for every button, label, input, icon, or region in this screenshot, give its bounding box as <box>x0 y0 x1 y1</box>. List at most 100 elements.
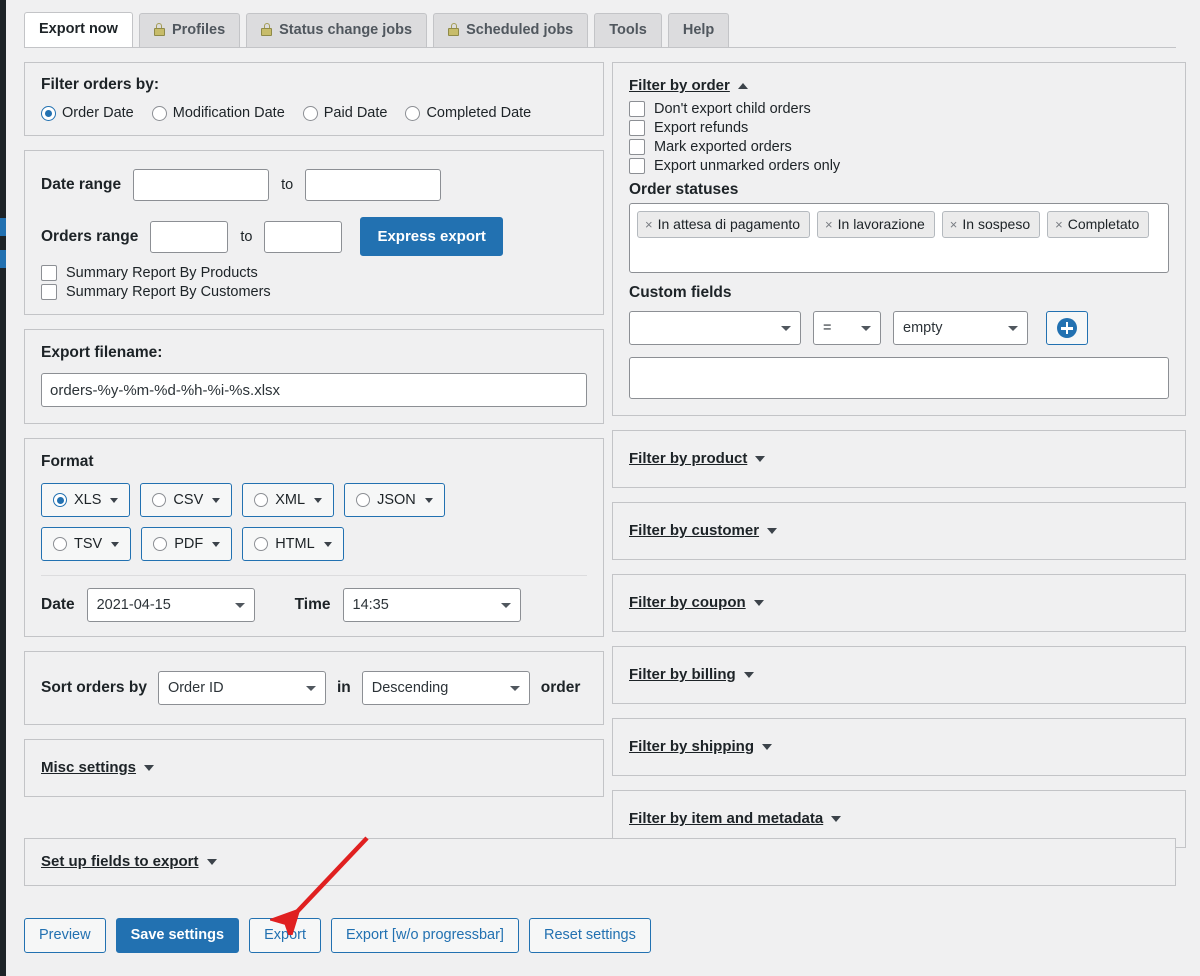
order-status-tag[interactable]: × In sospeso <box>941 211 1041 238</box>
sort-field-select[interactable]: Order ID <box>157 671 326 705</box>
checkbox-mark-exported-orders[interactable]: Mark exported orders <box>629 139 1169 155</box>
remove-icon[interactable]: × <box>825 217 833 232</box>
checkbox-export-refunds[interactable]: Export refunds <box>629 120 1169 136</box>
chevron-down-icon[interactable] <box>314 497 323 503</box>
filter-by-billing-panel[interactable]: Filter by billing <box>612 646 1186 704</box>
radio-indicator <box>53 537 67 551</box>
preview-button[interactable]: Preview <box>24 918 106 953</box>
date-range-to-input[interactable] <box>305 169 442 201</box>
custom-field-operator-select[interactable]: = <box>813 311 881 345</box>
format-option-pdf[interactable]: PDF <box>141 527 233 561</box>
time-label: Time <box>294 596 331 613</box>
orders-range-to-input[interactable] <box>264 220 343 253</box>
tab-label: Scheduled jobs <box>466 21 574 38</box>
radio-indicator <box>254 537 269 551</box>
save-settings-button[interactable]: Save settings <box>115 918 240 953</box>
date-range-from-input[interactable] <box>133 169 270 201</box>
format-option-xml[interactable]: XML <box>242 483 335 517</box>
tab-status-change-jobs[interactable]: Status change jobs <box>246 12 428 48</box>
filter-by-item-and-metadata-toggle[interactable]: Filter by item and metadata <box>629 810 842 827</box>
radio-paid-date[interactable]: Paid Date <box>302 105 387 121</box>
chevron-down-icon <box>1008 326 1018 331</box>
format-option-json[interactable]: JSON <box>344 483 445 517</box>
radio-modification-date[interactable]: Modification Date <box>151 105 285 121</box>
filter-orders-by-radio-group: Order Date Modification Date Paid Date C… <box>41 105 587 121</box>
reset-settings-button[interactable]: Reset settings <box>528 918 651 953</box>
right-column: Filter by order Don't export child order… <box>612 62 1186 862</box>
filter-by-coupon-toggle[interactable]: Filter by coupon <box>629 594 764 611</box>
date-select[interactable]: 2021-04-15 <box>86 588 255 622</box>
tab-profiles[interactable]: Profiles <box>138 12 241 48</box>
chevron-down-icon <box>305 686 316 691</box>
remove-icon[interactable]: × <box>645 217 653 232</box>
checkbox-summary-report-by-customers[interactable]: Summary Report By Customers <box>41 284 587 300</box>
filter-by-order-toggle[interactable]: Filter by order <box>629 77 748 94</box>
remove-icon[interactable]: × <box>950 217 958 232</box>
custom-field-value-select[interactable]: empty <box>893 311 1028 345</box>
chevron-down-icon[interactable] <box>111 541 120 547</box>
filter-by-coupon-panel[interactable]: Filter by coupon <box>612 574 1186 632</box>
filter-by-order-checkboxes: Don't export child orders Export refunds… <box>629 101 1169 174</box>
express-export-button[interactable]: Express export <box>360 217 503 256</box>
export-filename-panel: Export filename: <box>24 329 604 424</box>
format-option-csv[interactable]: CSV <box>140 483 233 517</box>
misc-settings-label: Misc settings <box>41 759 137 776</box>
custom-field-note-input[interactable] <box>629 357 1169 399</box>
format-option-xls[interactable]: XLS <box>41 483 131 517</box>
chevron-down-icon[interactable] <box>424 497 433 503</box>
sort-panel: Sort orders by Order ID in Descending or… <box>24 651 604 725</box>
chevron-down-icon[interactable] <box>212 497 221 503</box>
chevron-down-icon <box>500 603 511 608</box>
tab-label: Help <box>682 21 715 38</box>
filter-by-shipping-panel[interactable]: Filter by shipping <box>612 718 1186 776</box>
misc-settings-panel[interactable]: Misc settings <box>24 739 604 797</box>
radio-order-date[interactable]: Order Date <box>41 105 134 121</box>
order-status-tag[interactable]: × In lavorazione <box>817 211 935 238</box>
export-filename-input[interactable] <box>41 373 587 407</box>
chevron-down-icon[interactable] <box>323 541 332 547</box>
checkbox-export-unmarked-orders-only[interactable]: Export unmarked orders only <box>629 158 1169 174</box>
chevron-down-icon <box>753 599 764 606</box>
custom-field-key-select[interactable] <box>629 311 801 345</box>
radio-indicator <box>302 105 318 121</box>
filter-by-product-panel[interactable]: Filter by product <box>612 430 1186 488</box>
setup-fields-toggle[interactable]: Set up fields to export <box>41 853 217 870</box>
ranges-panel: Date range to Orders range to Express ex… <box>24 150 604 315</box>
sort-orders-by-label: Sort orders by <box>41 679 147 696</box>
export-button[interactable]: Export <box>249 918 321 953</box>
add-custom-field-button[interactable] <box>1046 311 1088 345</box>
checkbox-indicator <box>629 120 645 136</box>
plus-icon <box>1057 318 1077 338</box>
format-option-tsv[interactable]: TSV <box>41 527 132 561</box>
chevron-down-icon[interactable] <box>110 497 119 503</box>
time-select-value: 14:35 <box>352 597 389 613</box>
format-option-html[interactable]: HTML <box>242 527 344 561</box>
radio-completed-date[interactable]: Completed Date <box>405 105 531 121</box>
format-label: CSV <box>173 492 204 508</box>
filter-by-billing-toggle[interactable]: Filter by billing <box>629 666 754 683</box>
tab-export-now[interactable]: Export now <box>24 11 133 48</box>
chevron-down-icon[interactable] <box>212 541 221 547</box>
misc-settings-toggle[interactable]: Misc settings <box>41 759 155 776</box>
remove-icon[interactable]: × <box>1055 217 1063 232</box>
filter-by-customer-toggle[interactable]: Filter by customer <box>629 522 778 539</box>
setup-fields-panel[interactable]: Set up fields to export <box>24 838 1176 886</box>
filter-by-shipping-toggle[interactable]: Filter by shipping <box>629 738 773 755</box>
order-status-tag[interactable]: × In attesa di pagamento <box>637 211 811 238</box>
filter-by-customer-panel[interactable]: Filter by customer <box>612 502 1186 560</box>
chevron-down-icon <box>861 326 871 331</box>
sort-direction-select[interactable]: Descending <box>361 671 530 705</box>
checkbox-indicator <box>41 265 57 281</box>
checkbox-summary-report-by-products[interactable]: Summary Report By Products <box>41 265 587 281</box>
format-label: XML <box>275 492 306 508</box>
tab-tools[interactable]: Tools <box>594 12 662 48</box>
tab-scheduled-jobs[interactable]: Scheduled jobs <box>433 12 589 48</box>
export-without-progressbar-button[interactable]: Export [w/o progressbar] <box>331 918 519 953</box>
filter-by-product-toggle[interactable]: Filter by product <box>629 450 766 467</box>
order-statuses-tagbox[interactable]: × In attesa di pagamento × In lavorazion… <box>629 203 1169 273</box>
tab-help[interactable]: Help <box>667 12 730 48</box>
orders-range-from-input[interactable] <box>150 220 229 253</box>
order-status-tag[interactable]: × Completato <box>1047 211 1150 238</box>
checkbox-dont-export-child-orders[interactable]: Don't export child orders <box>629 101 1169 117</box>
time-select[interactable]: 14:35 <box>342 588 521 622</box>
